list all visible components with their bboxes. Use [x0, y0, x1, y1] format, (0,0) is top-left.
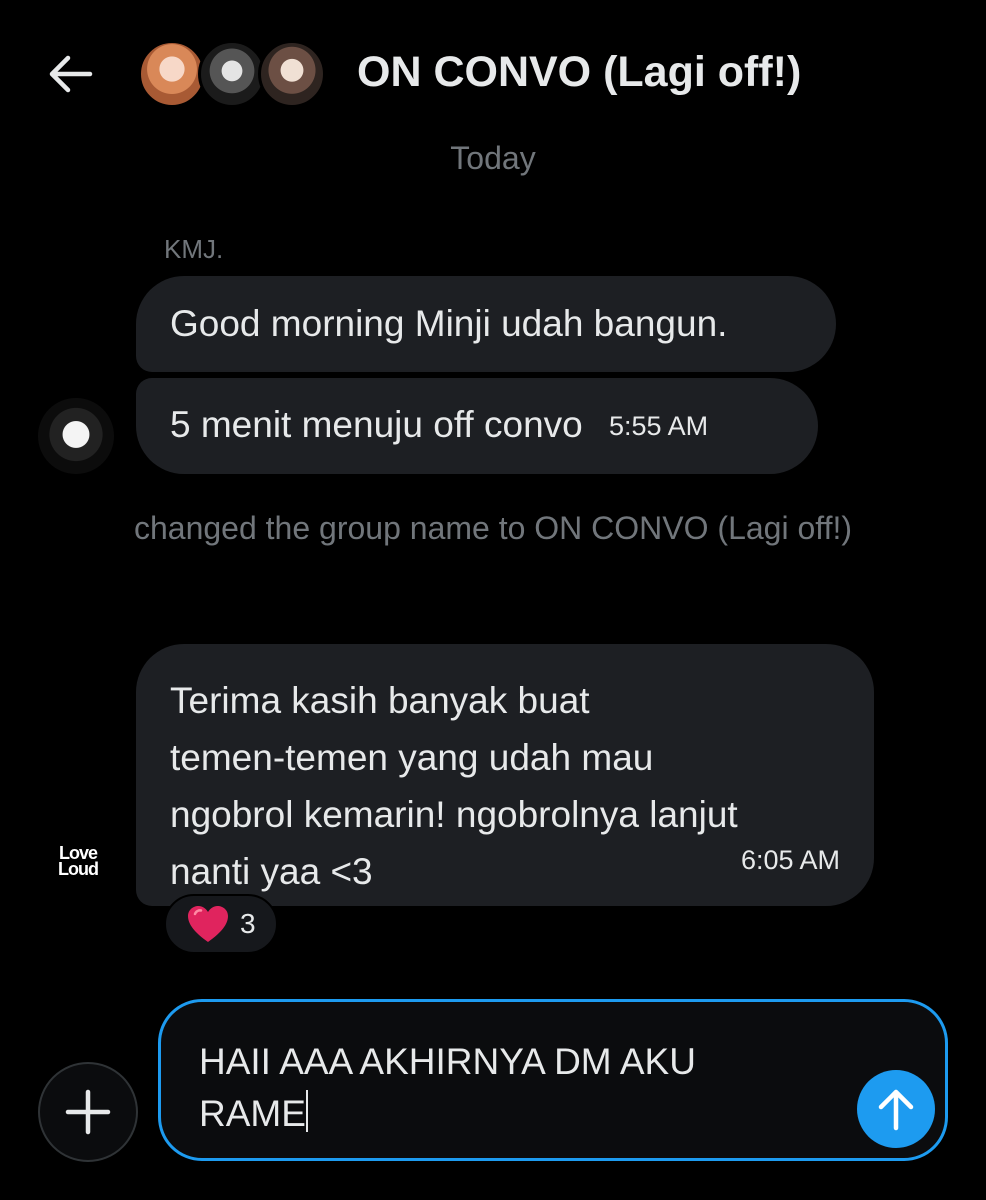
- message-timestamp: 5:55 AM: [609, 411, 709, 441]
- message-line: Terima kasih banyak buat: [170, 680, 590, 721]
- send-button[interactable]: [857, 1070, 935, 1148]
- message-composer[interactable]: HAII AAA AKHIRNYA DM AKU RAME: [158, 999, 948, 1161]
- plus-icon: [65, 1089, 111, 1135]
- input-line: HAII AAA AKHIRNYA DM AKU: [199, 1041, 696, 1082]
- heart-icon: [188, 906, 228, 942]
- message-text: 5 menit menuju off convo: [170, 404, 583, 445]
- avatar: [198, 40, 266, 108]
- add-media-button[interactable]: [38, 1062, 138, 1162]
- reaction-count: 3: [240, 908, 256, 939]
- avatar: [258, 40, 326, 108]
- avatar[interactable]: Love Loud: [40, 826, 116, 896]
- reaction-chip[interactable]: 3: [164, 894, 278, 954]
- input-line: RAME: [199, 1093, 306, 1134]
- message-line: ngobrol kemarin! ngobrolnya lanjut: [170, 794, 738, 835]
- avatar: [138, 40, 206, 108]
- text-caret: [305, 1090, 308, 1132]
- avatar[interactable]: [38, 398, 114, 474]
- back-button[interactable]: [44, 50, 96, 98]
- message-line: nanti yaa <3: [170, 851, 373, 892]
- message-text: Good morning Minji udah bangun.: [170, 303, 728, 344]
- message-bubble[interactable]: 5 menit menuju off convo 5:55 AM: [136, 378, 818, 474]
- message-bubble[interactable]: Good morning Minji udah bangun.: [136, 276, 836, 372]
- avatar-logo-text: Loud: [58, 859, 99, 879]
- conversation-title[interactable]: ON CONVO (Lagi off!): [357, 48, 801, 97]
- date-divider: Today: [450, 140, 536, 176]
- conversation-header: ON CONVO (Lagi off!): [0, 0, 986, 150]
- system-event: changed the group name to ON CONVO (Lagi…: [133, 510, 852, 546]
- arrow-up-icon: [878, 1089, 914, 1131]
- message-timestamp: 6:05 AM: [740, 845, 840, 875]
- message-line: temen-temen yang udah mau: [170, 737, 654, 778]
- message-input[interactable]: HAII AAA AKHIRNYA DM AKU RAME: [199, 1036, 839, 1140]
- arrow-left-icon: [49, 55, 93, 93]
- message-bubble[interactable]: Terima kasih banyak buat temen-temen yan…: [136, 644, 874, 906]
- sender-name[interactable]: KMJ.: [164, 234, 223, 265]
